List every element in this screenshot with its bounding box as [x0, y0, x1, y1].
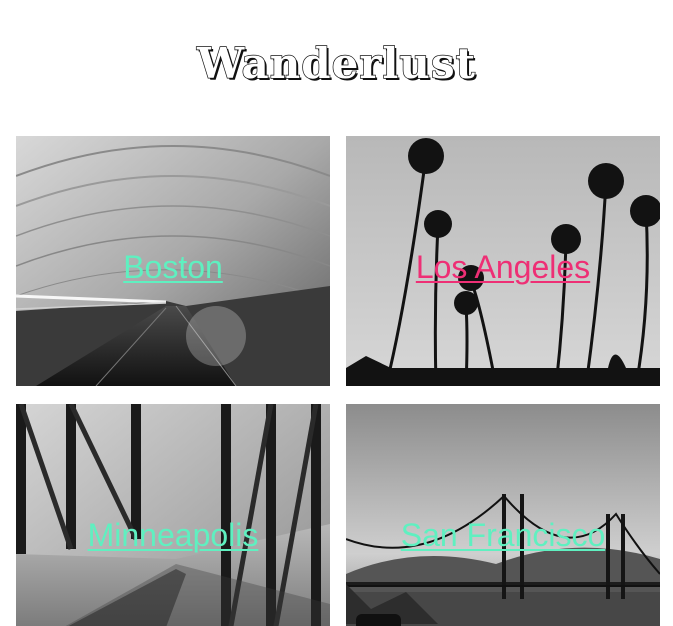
city-link-minneapolis[interactable]: Minneapolis — [16, 516, 330, 554]
san-francisco-golden-gate-image — [346, 404, 660, 626]
city-card-san-francisco[interactable]: San Francisco — [346, 404, 660, 626]
page: Wanderlust Boston Los Angeles Minneapoli… — [0, 0, 673, 626]
site-title: Wanderlust — [196, 38, 477, 88]
city-link-los-angeles[interactable]: Los Angeles — [346, 248, 660, 286]
city-card-boston[interactable]: Boston — [16, 136, 330, 386]
minneapolis-bridge-image — [16, 404, 330, 626]
city-link-boston[interactable]: Boston — [16, 248, 330, 286]
city-card-los-angeles[interactable]: Los Angeles — [346, 136, 660, 386]
city-link-san-francisco[interactable]: San Francisco — [346, 516, 660, 554]
city-card-minneapolis[interactable]: Minneapolis — [16, 404, 330, 626]
